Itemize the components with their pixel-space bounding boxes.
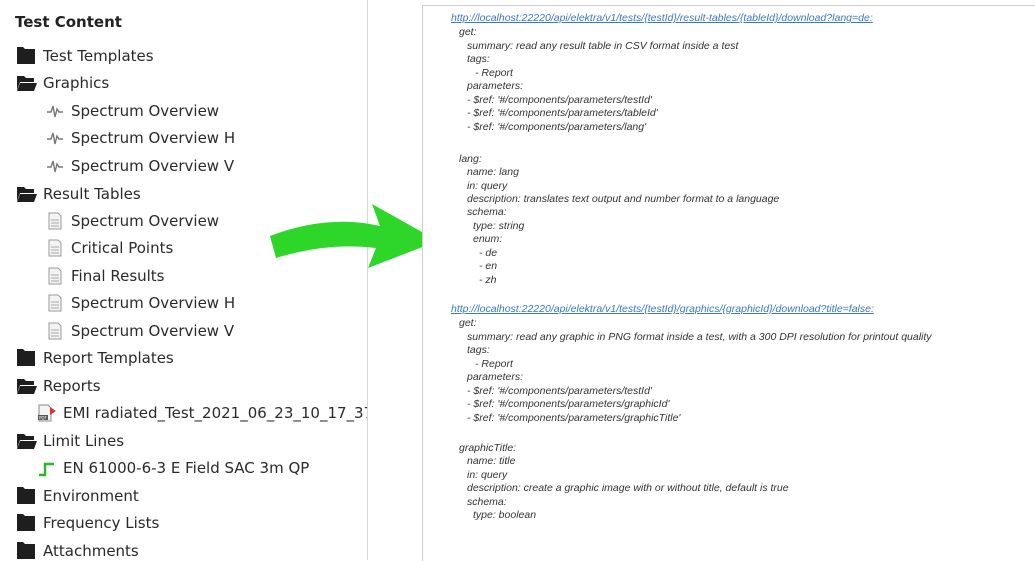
code-line: schema: [467,206,507,218]
code-line: schema: [467,496,507,508]
code-line: get: [459,317,477,329]
code-line: lang: [459,153,482,165]
tree-item-label: Spectrum Overview [71,211,220,230]
table-document-icon [44,322,66,340]
tree-item-en-61000-6-3-e-field-sac-3m-qp[interactable]: EN 61000-6-3 E Field SAC 3m QP [36,454,309,481]
tree-item-spectrum-overview-h[interactable]: Spectrum Overview H [44,124,235,151]
code-line: summary: read any result table in CSV fo… [467,40,739,52]
tree-item-result-tables[interactable]: Result Tables [16,180,141,207]
graphic-icon [44,157,66,175]
code-line: get: [459,26,477,38]
api-endpoint-link[interactable]: http://localhost:22220/api/elektra/v1/te… [451,303,874,315]
code-line: - zh [479,274,497,286]
svg-text:PDF: PDF [39,415,47,420]
pdf-report-icon: PDF [36,404,58,422]
green-arrow-icon [270,204,438,268]
tree-item-spectrum-overview-v[interactable]: Spectrum Overview V [44,317,234,344]
code-line: description: create a graphic image with… [467,482,789,494]
folder-open-icon [16,74,38,92]
folder-closed-icon [16,541,38,560]
tree-item-critical-points[interactable]: Critical Points [44,234,173,261]
code-line: - $ref: '#/components/parameters/graphic… [467,398,670,410]
code-line: type: string [473,220,525,232]
tree-item-report-templates[interactable]: Report Templates [16,344,174,371]
code-line: description: translates text output and … [467,193,780,205]
code-line: name: title [467,455,516,467]
tree-item-environment[interactable]: Environment [16,482,139,509]
code-line: in: query [467,180,508,192]
tree-header: Test Content [15,13,122,31]
tree-item-attachments[interactable]: Attachments [16,537,139,560]
tree-item-label: Final Results [71,266,165,285]
tree-item-label: Limit Lines [43,431,125,450]
tree-item-label: Spectrum Overview V [71,321,235,340]
tree-item-label: Environment [43,486,139,505]
code-line: parameters: [467,80,524,92]
tree-item-spectrum-overview-v[interactable]: Spectrum Overview V [44,152,234,179]
tree-item-graphics[interactable]: Graphics [16,69,109,96]
code-line: - Report [475,358,513,370]
graphic-icon [44,129,66,147]
tree-item-emi-radiated-test-2021-06-23-10-17-37[interactable]: PDF EMI radiated_Test_2021_06_23_10_17_37 [36,399,368,426]
code-line: - $ref: '#/components/parameters/graphic… [467,412,681,424]
tree-item-label: Reports [43,376,101,395]
tree-item-label: Spectrum Overview [71,101,220,120]
tree-item-limit-lines[interactable]: Limit Lines [16,427,124,454]
tree-item-label: Spectrum Overview V [71,156,235,175]
code-line: graphicTitle: [459,442,517,454]
tree-item-spectrum-overview-h[interactable]: Spectrum Overview H [44,289,235,316]
code-line: - Report [475,67,513,79]
code-line: tags: [467,344,490,356]
tree-item-label: Critical Points [71,238,174,257]
code-line: - de [479,247,498,259]
folder-closed-icon [16,348,38,367]
table-document-icon [44,239,66,257]
tree-item-label: Test Templates [43,46,154,65]
tree-item-frequency-lists[interactable]: Frequency Lists [16,509,159,536]
api-yaml-spec: http://localhost:22220/api/elektra/v1/te… [422,5,1035,561]
code-line: summary: read any graphic in PNG format … [467,331,932,343]
folder-open-icon [16,432,38,450]
folder-closed-icon [16,46,38,65]
tree-item-label: EN 61000-6-3 E Field SAC 3m QP [63,458,310,477]
tree-item-final-results[interactable]: Final Results [44,262,165,289]
code-line: - $ref: '#/components/parameters/lang' [467,121,647,133]
code-line: type: boolean [473,509,537,521]
tree-item-test-templates[interactable]: Test Templates [16,42,154,69]
folder-open-icon [16,377,38,395]
tree-item-reports[interactable]: Reports [16,372,101,399]
tree-item-label: Spectrum Overview H [71,293,236,312]
tree-item-label: Result Tables [43,184,141,203]
graphic-icon [44,102,66,120]
table-document-icon [44,212,66,230]
code-line: parameters: [467,371,524,383]
tree-item-spectrum-overview[interactable]: Spectrum Overview [44,97,219,124]
api-endpoint-link[interactable]: http://localhost:22220/api/elektra/v1/te… [451,12,873,24]
code-line: - $ref: '#/components/parameters/testId' [467,94,652,106]
code-line: enum: [473,233,503,245]
code-line: tags: [467,53,490,65]
folder-closed-icon [16,486,38,505]
limit-line-icon [36,459,58,477]
table-document-icon [44,267,66,285]
tree-item-label: EMI radiated_Test_2021_06_23_10_17_37 [63,403,368,422]
tree-item-spectrum-overview[interactable]: Spectrum Overview [44,207,219,234]
tree-item-label: Report Templates [43,348,174,367]
folder-closed-icon [16,513,38,532]
tree-item-label: Graphics [43,73,110,92]
code-line: in: query [467,469,508,481]
tree-item-label: Frequency Lists [43,513,160,532]
code-line: - $ref: '#/components/parameters/tableId… [467,107,658,119]
tree-item-label: Spectrum Overview H [71,128,236,147]
table-document-icon [44,294,66,312]
tree-item-label: Attachments [43,541,139,560]
code-line: - en [479,260,498,272]
code-line: name: lang [467,166,519,178]
code-line: - $ref: '#/components/parameters/testId' [467,385,652,397]
folder-open-icon [16,185,38,203]
